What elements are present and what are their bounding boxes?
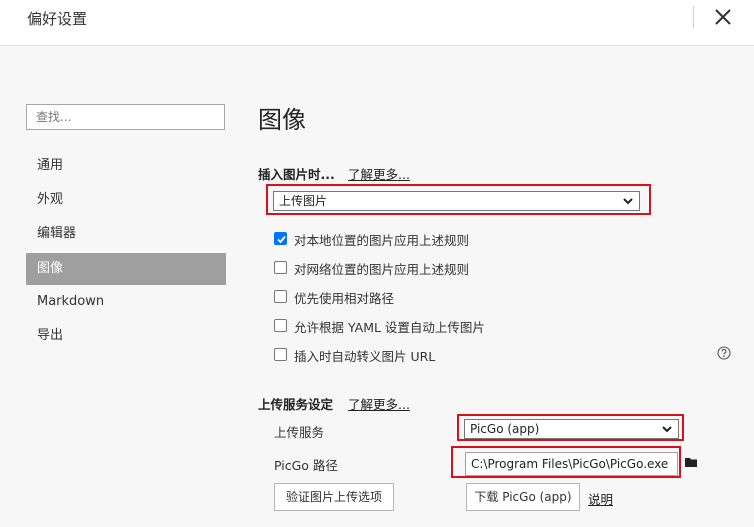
upload-learn-more-link[interactable]: 了解更多... xyxy=(348,394,410,413)
folder-icon[interactable] xyxy=(685,457,698,468)
upload-service-settings-label: 上传服务设定 xyxy=(258,397,334,412)
sidebar-item-general[interactable]: 通用 xyxy=(26,150,226,182)
checkbox[interactable] xyxy=(274,319,287,332)
upload-service-label: 上传服务 xyxy=(274,425,325,440)
help-icon[interactable] xyxy=(717,346,731,360)
check-icon xyxy=(277,235,286,244)
option-label: 允许根据 YAML 设置自动上传图片 xyxy=(294,320,485,335)
sidebar-item-markdown[interactable]: Markdown xyxy=(26,286,226,318)
insert-image-label: 插入图片时... xyxy=(258,167,335,182)
verify-upload-button[interactable]: 验证图片上传选项 xyxy=(274,483,394,511)
option-label: 对网络位置的图片应用上述规则 xyxy=(294,262,470,277)
checkbox-checked[interactable] xyxy=(274,232,287,245)
chevron-down-icon xyxy=(623,198,633,205)
sidebar-item-export[interactable]: 导出 xyxy=(26,320,226,352)
window-title: 偏好设置 xyxy=(27,10,88,28)
explain-link[interactable]: 说明 xyxy=(588,489,613,508)
picgo-path-label: PicGo 路径 xyxy=(274,458,338,473)
page-title: 图像 xyxy=(258,106,306,134)
picgo-path-input[interactable] xyxy=(465,452,678,476)
close-icon xyxy=(715,9,731,25)
title-bar: 偏好设置 xyxy=(0,0,754,46)
sidebar-item-editor[interactable]: 编辑器 xyxy=(26,218,226,250)
sidebar-item-appearance[interactable]: 外观 xyxy=(26,184,226,216)
checkbox[interactable] xyxy=(274,348,287,361)
insert-image-select[interactable]: 上传图片 xyxy=(273,191,640,211)
download-picgo-button[interactable]: 下载 PicGo (app) xyxy=(466,483,580,511)
search-input[interactable] xyxy=(26,104,225,130)
checkbox[interactable] xyxy=(274,261,287,274)
option-label: 插入时自动转义图片 URL xyxy=(294,349,436,364)
close-button[interactable] xyxy=(708,2,738,32)
sidebar-item-image[interactable]: 图像 xyxy=(26,253,226,285)
title-bar-divider xyxy=(693,6,694,28)
insert-image-select-value: 上传图片 xyxy=(279,194,328,208)
upload-service-select-value: PicGo (app) xyxy=(470,422,540,436)
checkbox[interactable] xyxy=(274,290,287,303)
option-label: 优先使用相对路径 xyxy=(294,291,395,306)
option-label: 对本地位置的图片应用上述规则 xyxy=(294,233,470,248)
chevron-down-icon xyxy=(662,426,672,433)
insert-image-learn-more-link[interactable]: 了解更多... xyxy=(348,164,410,183)
upload-service-select[interactable]: PicGo (app) xyxy=(464,419,679,439)
